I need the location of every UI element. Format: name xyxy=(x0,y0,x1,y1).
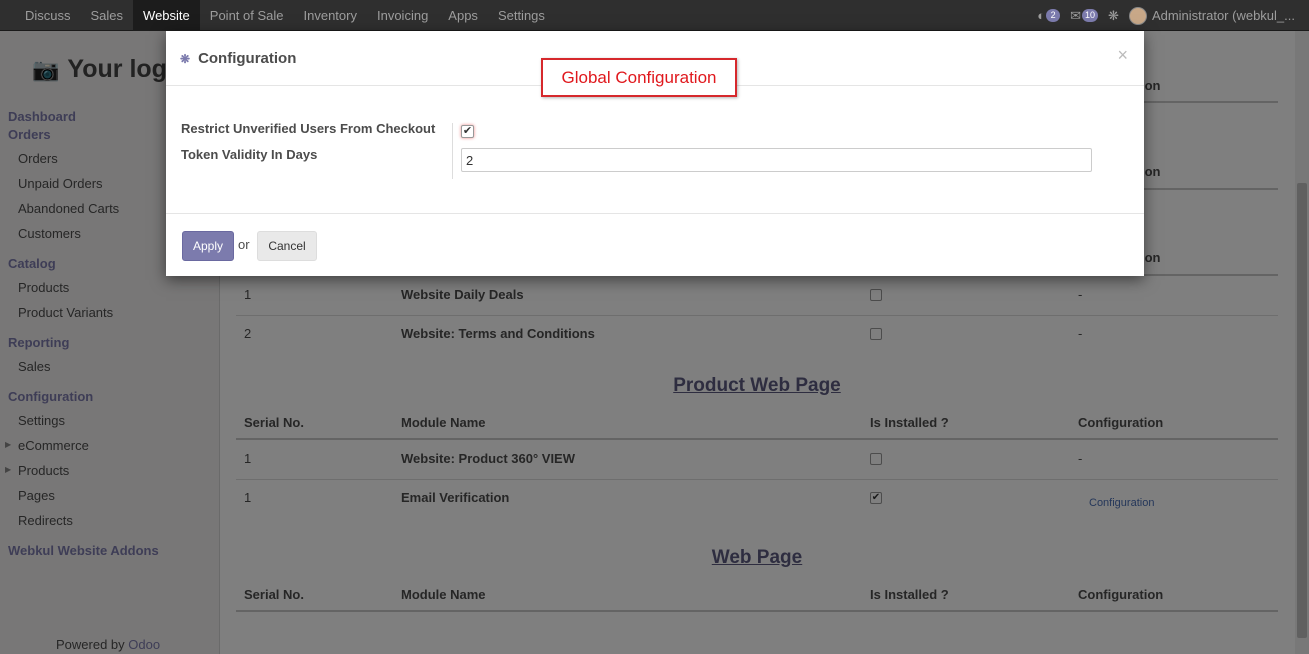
comments-icon: ✉ xyxy=(1070,7,1082,23)
chat-button[interactable]: ◐ 2 xyxy=(1037,8,1061,23)
top-navbar: Discuss Sales Website Point of Sale Inve… xyxy=(0,0,1309,31)
app-menu: Discuss Sales Website Point of Sale Inve… xyxy=(15,0,555,31)
menu-apps[interactable]: Apps xyxy=(438,0,488,31)
menu-inventory[interactable]: Inventory xyxy=(294,0,367,31)
or-separator: or xyxy=(238,237,250,252)
chat-count-badge: 2 xyxy=(1046,9,1061,22)
menu-settings[interactable]: Settings xyxy=(488,0,555,31)
global-configuration-callout: Global Configuration xyxy=(541,58,737,97)
configuration-dialog: ❋ Configuration × Restrict Unverified Us… xyxy=(166,31,1144,276)
field-separator xyxy=(452,123,453,179)
debug-bug-icon[interactable]: ❋ xyxy=(1108,8,1119,24)
restrict-unverified-label: Restrict Unverified Users From Checkout xyxy=(181,121,436,136)
menu-invoicing[interactable]: Invoicing xyxy=(367,0,438,31)
messages-button[interactable]: ✉ 10 xyxy=(1070,7,1099,24)
dialog-body: Restrict Unverified Users From Checkout … xyxy=(166,87,1144,213)
token-validity-label: Token Validity In Days xyxy=(181,147,318,162)
menu-website[interactable]: Website xyxy=(133,0,200,31)
token-validity-input[interactable] xyxy=(461,148,1092,172)
menu-sales[interactable]: Sales xyxy=(81,0,134,31)
bug-icon: ❋ xyxy=(180,51,191,66)
menu-discuss[interactable]: Discuss xyxy=(15,0,81,31)
systray: ◐ 2 ✉ 10 ❋ Administrator (webkul_... xyxy=(1037,0,1295,31)
dialog-footer: Apply or Cancel xyxy=(166,213,1144,276)
apply-button[interactable]: Apply xyxy=(182,231,234,261)
user-name: Administrator (webkul_... xyxy=(1151,8,1295,23)
messages-count-badge: 10 xyxy=(1082,9,1099,22)
menu-point-of-sale[interactable]: Point of Sale xyxy=(200,0,294,31)
restrict-unverified-checkbox[interactable]: ✔ xyxy=(461,125,474,138)
user-menu[interactable]: Administrator (webkul_... xyxy=(1128,6,1295,25)
close-icon[interactable]: × xyxy=(1117,45,1128,66)
chat-icon: ◐ xyxy=(1037,8,1046,23)
avatar xyxy=(1128,6,1147,25)
cancel-button[interactable]: Cancel xyxy=(257,231,317,261)
dialog-title: ❋ Configuration xyxy=(180,50,297,67)
